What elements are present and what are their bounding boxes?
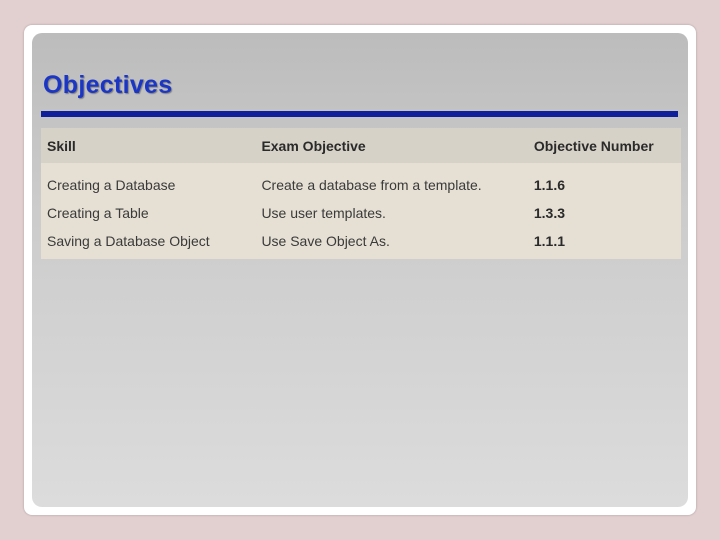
- header-objective-number: Objective Number: [527, 128, 681, 163]
- cell-skill: Saving a Database Object: [41, 227, 256, 259]
- cell-objective-number: 1.1.6: [527, 163, 681, 199]
- cell-exam-objective: Use Save Object As.: [255, 227, 528, 259]
- cell-skill: Creating a Table: [41, 199, 256, 227]
- table-row: Saving a Database Object Use Save Object…: [41, 227, 681, 259]
- table-row: Creating a Database Create a database fr…: [41, 163, 681, 199]
- header-exam-objective: Exam Objective: [255, 128, 528, 163]
- objectives-table: Skill Exam Objective Objective Number Cr…: [41, 128, 681, 259]
- title-underline: [41, 111, 678, 117]
- cell-skill: Creating a Database: [41, 163, 256, 199]
- cell-exam-objective: Use user templates.: [255, 199, 528, 227]
- cell-objective-number: 1.1.1: [527, 227, 681, 259]
- slide: Objectives Skill Exam Objective Objectiv…: [32, 33, 688, 507]
- slide-frame: Objectives Skill Exam Objective Objectiv…: [24, 25, 696, 515]
- table-row: Creating a Table Use user templates. 1.3…: [41, 199, 681, 227]
- cell-objective-number: 1.3.3: [527, 199, 681, 227]
- table-header-row: Skill Exam Objective Objective Number: [41, 128, 681, 163]
- header-skill: Skill: [41, 128, 256, 163]
- slide-title: Objectives: [43, 71, 173, 99]
- cell-exam-objective: Create a database from a template.: [255, 163, 528, 199]
